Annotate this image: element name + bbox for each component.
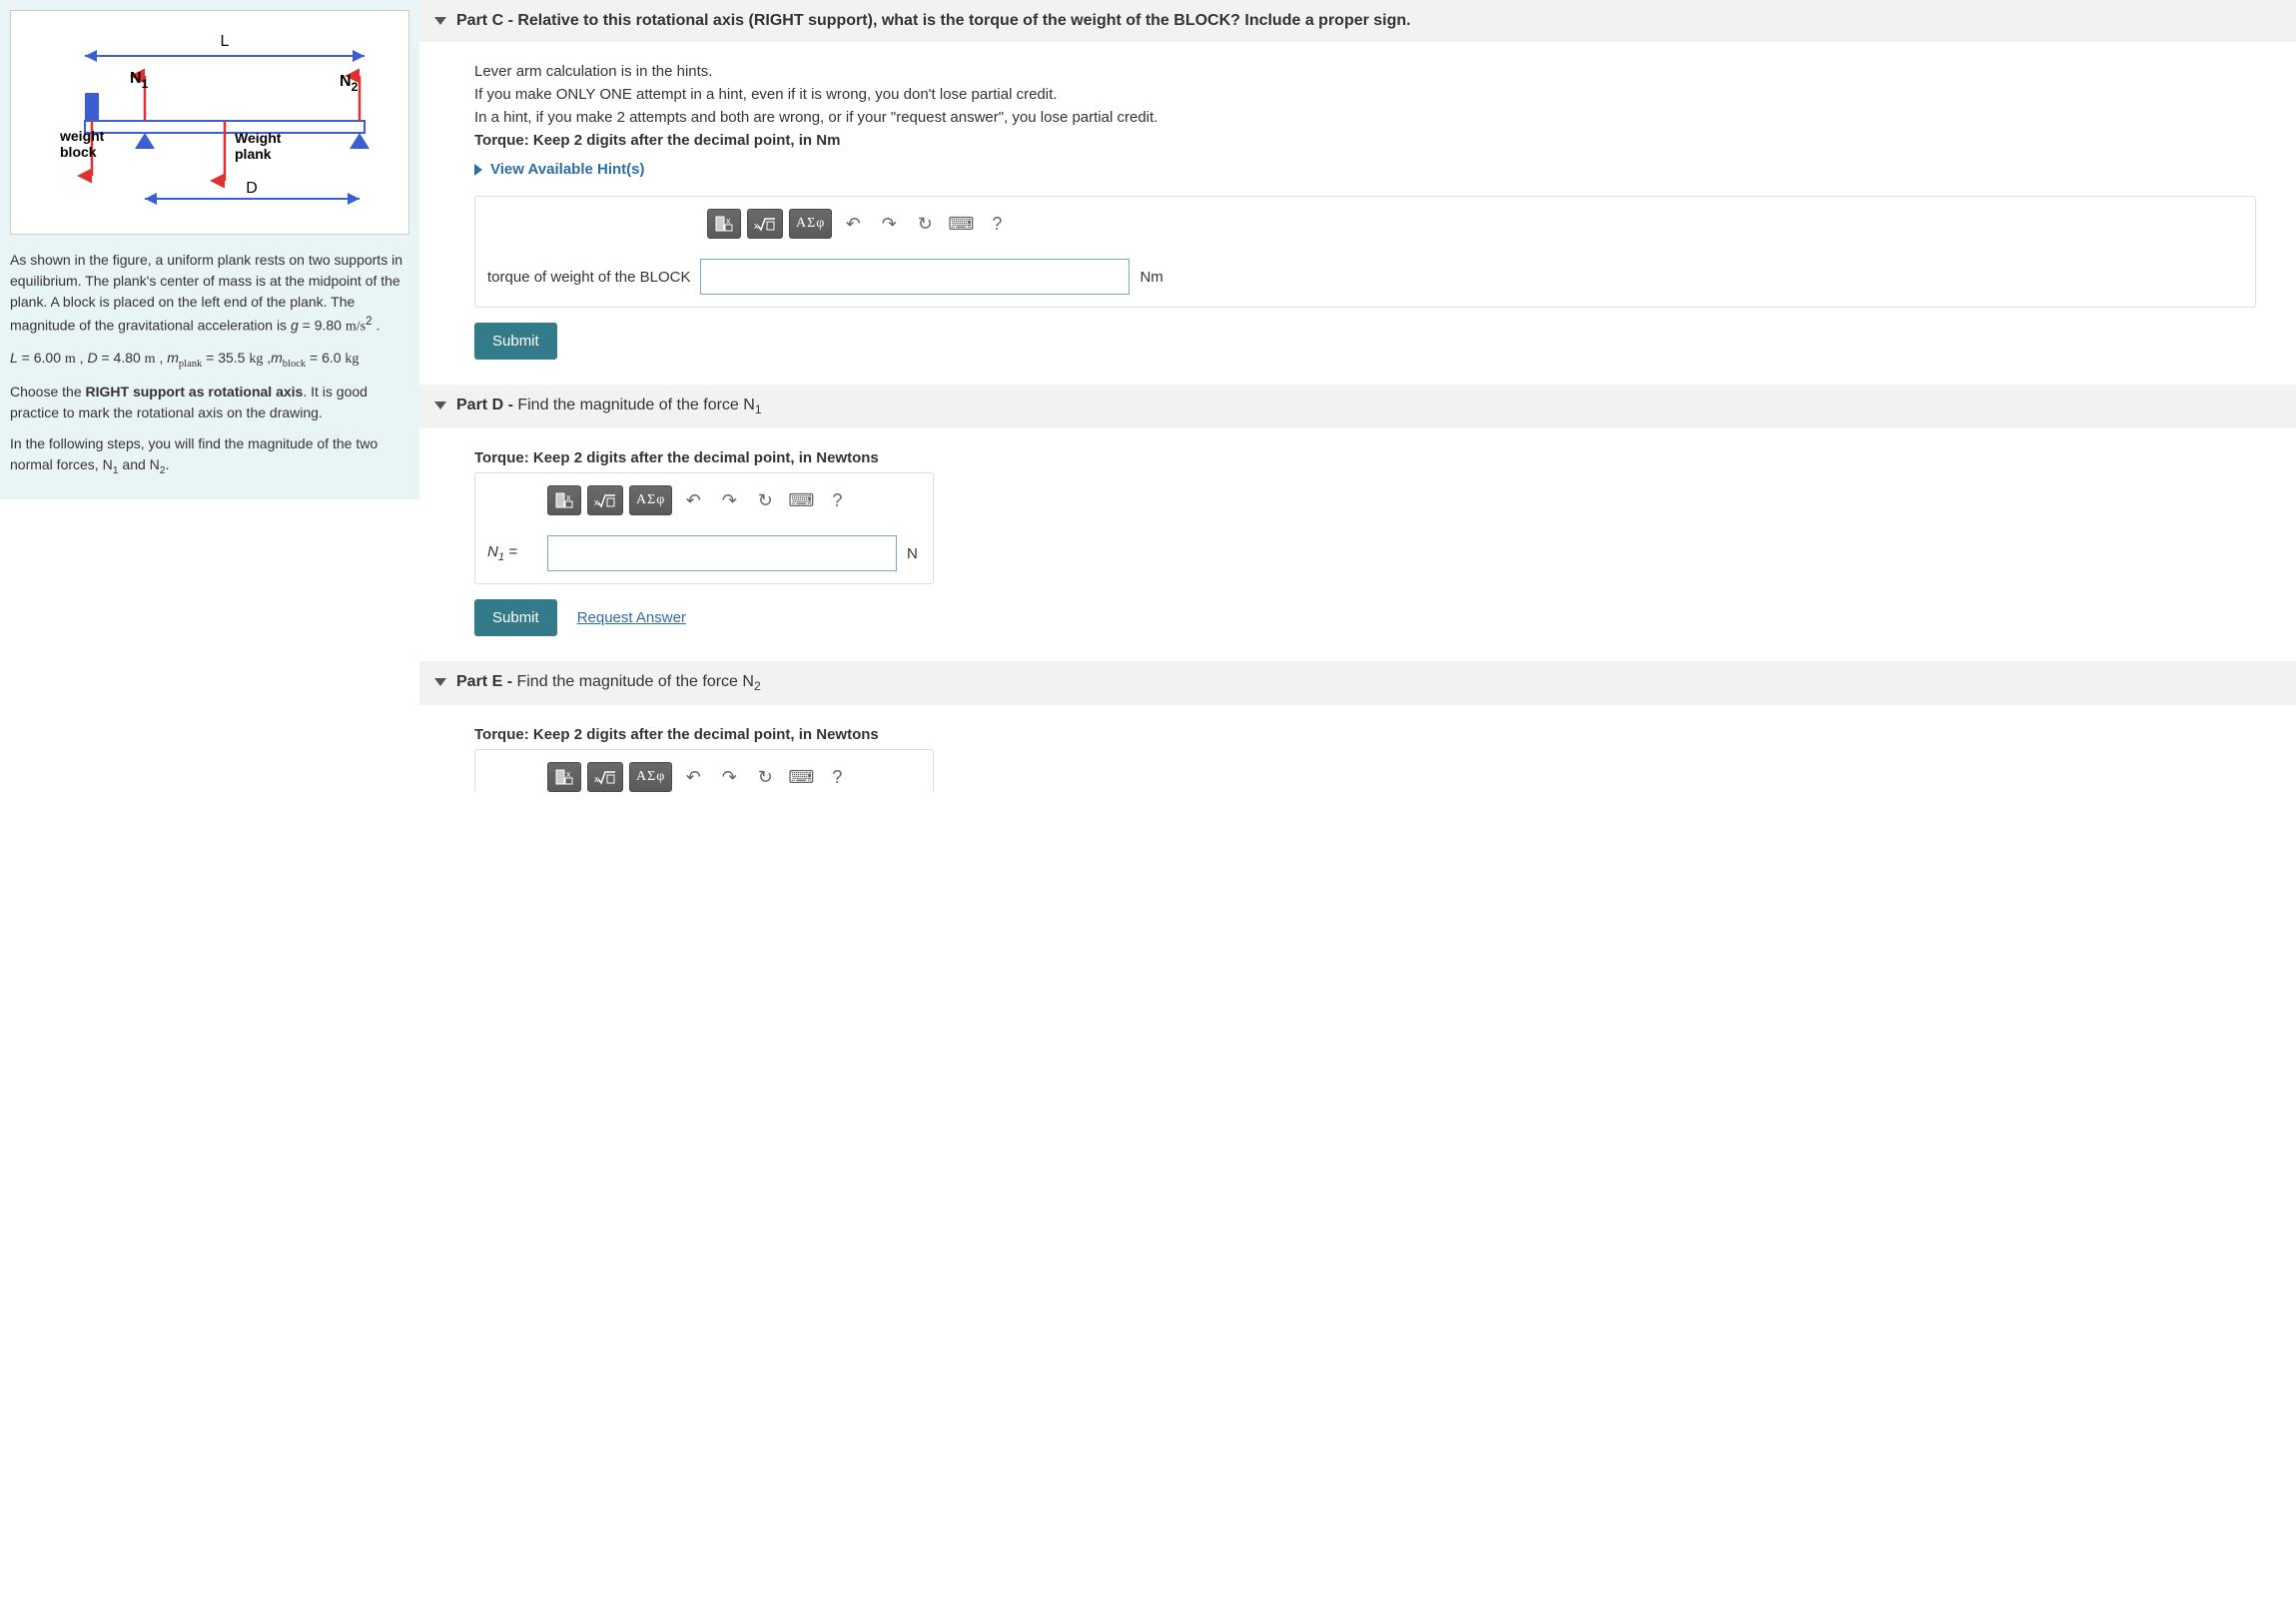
help-button[interactable]: ?	[982, 214, 1012, 235]
part-c-answer-input[interactable]	[700, 259, 1130, 295]
template-button[interactable]: x	[547, 485, 581, 515]
part-c-info2: If you make ONLY ONE attempt in a hint, …	[474, 86, 2256, 103]
reset-button[interactable]: ↻	[910, 214, 940, 235]
help-button[interactable]: ?	[822, 767, 852, 788]
greek-button[interactable]: ΑΣφ	[629, 485, 672, 515]
undo-button[interactable]: ↶	[838, 214, 868, 235]
chevron-down-icon	[434, 402, 446, 409]
reset-button[interactable]: ↻	[750, 490, 780, 511]
part-d-answer-input[interactable]	[547, 535, 897, 571]
part-d-unit: N	[907, 545, 918, 562]
greek-button[interactable]: ΑΣφ	[789, 209, 832, 239]
svg-text:N1: N1	[130, 70, 149, 91]
part-c-answer-box: x x ΑΣφ ↶ ↷ ↻ ⌨ ? torque of weight of th…	[474, 196, 2256, 308]
part-d-info1: Torque: Keep 2 digits after the decimal …	[474, 449, 2256, 466]
part-c-info1: Lever arm calculation is in the hints.	[474, 63, 2256, 80]
part-c-unit: Nm	[1140, 269, 1162, 286]
part-c-header[interactable]: Part C - Relative to this rotational axi…	[419, 0, 2296, 42]
part-c-info4: Torque: Keep 2 digits after the decimal …	[474, 132, 2256, 149]
part-d-body: Torque: Keep 2 digits after the decimal …	[419, 428, 2296, 661]
view-hints-toggle[interactable]: View Available Hint(s)	[474, 161, 2256, 178]
svg-text:plank: plank	[235, 146, 272, 162]
part-d-toolbar: x x ΑΣφ ↶ ↷ ↻ ⌨ ?	[487, 485, 921, 515]
template-button[interactable]: x	[547, 762, 581, 792]
radical-button[interactable]: x	[587, 762, 623, 792]
keyboard-button[interactable]: ⌨	[786, 490, 816, 511]
part-e-answer-box: x x ΑΣφ ↶ ↷ ↻ ⌨ ?	[474, 749, 934, 792]
problem-steps-note: In the following steps, you will find th…	[10, 433, 409, 479]
svg-text:N2: N2	[340, 73, 359, 94]
chevron-down-icon	[434, 678, 446, 686]
undo-button[interactable]: ↶	[678, 490, 708, 511]
problem-values: L = 6.00 m , D = 4.80 m , mplank = 35.5 …	[10, 348, 409, 373]
svg-text:block: block	[60, 144, 97, 160]
part-e-toolbar: x x ΑΣφ ↶ ↷ ↻ ⌨ ?	[487, 762, 921, 792]
figure-diagram: L N1 N2 weight block Weight plank D	[21, 21, 398, 221]
part-c-toolbar: x x ΑΣφ ↶ ↷ ↻ ⌨ ?	[487, 209, 2243, 239]
radical-button[interactable]: x	[747, 209, 783, 239]
part-c-info3: In a hint, if you make 2 attempts and bo…	[474, 109, 2256, 126]
part-e-body: Torque: Keep 2 digits after the decimal …	[419, 705, 2296, 817]
part-e-header[interactable]: Part E - Find the magnitude of the force…	[419, 661, 2296, 705]
part-d-input-row: N1 = N	[487, 535, 921, 571]
keyboard-button[interactable]: ⌨	[946, 214, 976, 235]
help-button[interactable]: ?	[822, 490, 852, 511]
part-d-answer-box: x x ΑΣφ ↶ ↷ ↻ ⌨ ? N1 = N	[474, 472, 934, 584]
part-d-request-answer[interactable]: Request Answer	[577, 609, 686, 626]
problem-sidebar: L N1 N2 weight block Weight plank D	[0, 0, 419, 499]
svg-text:D: D	[246, 180, 258, 197]
chevron-down-icon	[434, 17, 446, 25]
greek-button[interactable]: ΑΣφ	[629, 762, 672, 792]
part-c-input-label: torque of weight of the BLOCK	[487, 269, 690, 286]
part-c-input-row: torque of weight of the BLOCK Nm	[487, 259, 2243, 295]
svg-text:weight: weight	[59, 128, 105, 144]
main-content: Part C - Relative to this rotational axi…	[419, 0, 2296, 817]
redo-button[interactable]: ↷	[874, 214, 904, 235]
chevron-right-icon	[474, 164, 482, 176]
svg-text:Weight: Weight	[235, 130, 282, 146]
redo-button[interactable]: ↷	[714, 767, 744, 788]
part-c-body: Lever arm calculation is in the hints. I…	[419, 42, 2296, 385]
part-d-input-label: N1 =	[487, 543, 537, 563]
fig-L-label: L	[221, 33, 230, 50]
reset-button[interactable]: ↻	[750, 767, 780, 788]
radical-button[interactable]: x	[587, 485, 623, 515]
problem-axis-note: Choose the RIGHT support as rotational a…	[10, 382, 409, 423]
figure-container: L N1 N2 weight block Weight plank D	[10, 10, 409, 235]
undo-button[interactable]: ↶	[678, 767, 708, 788]
template-button[interactable]: x	[707, 209, 741, 239]
problem-description-1: As shown in the figure, a uniform plank …	[10, 250, 409, 338]
redo-button[interactable]: ↷	[714, 490, 744, 511]
part-d-submit-button[interactable]: Submit	[474, 599, 557, 636]
part-e-info1: Torque: Keep 2 digits after the decimal …	[474, 726, 2256, 743]
part-d-header[interactable]: Part D - Find the magnitude of the force…	[419, 385, 2296, 428]
part-c-submit-button[interactable]: Submit	[474, 323, 557, 360]
keyboard-button[interactable]: ⌨	[786, 767, 816, 788]
